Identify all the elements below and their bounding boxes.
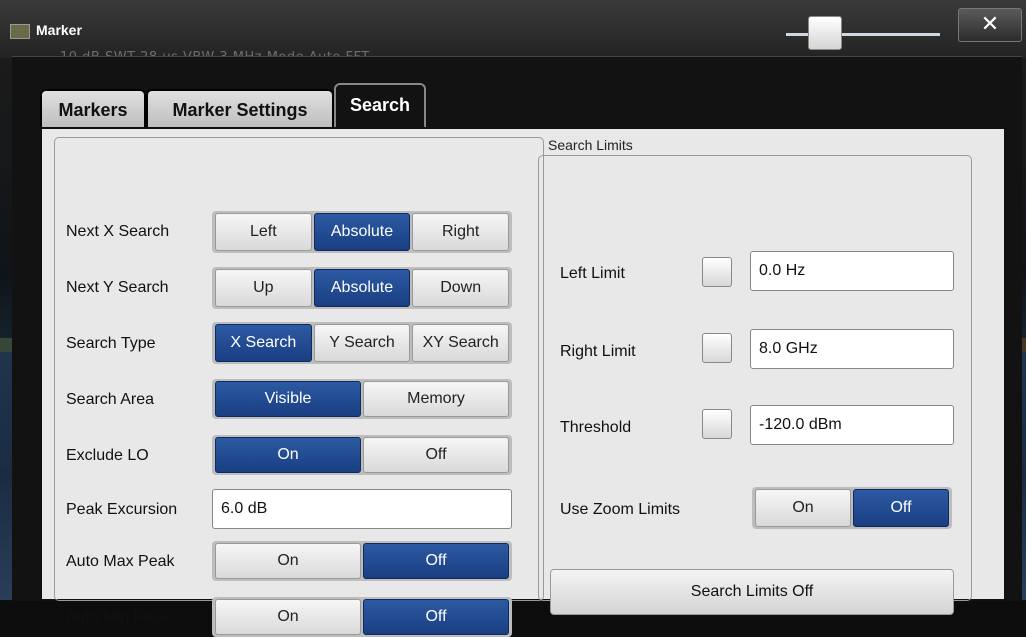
auto-min-peak-label: Auto Min Peak	[66, 609, 171, 626]
next-y-search-label: Next Y Search	[66, 279, 169, 296]
next-x-left-button[interactable]: Left	[215, 213, 312, 251]
app-icon	[10, 24, 30, 39]
threshold-checkbox[interactable]	[702, 409, 732, 439]
right-limit-label: Right Limit	[560, 343, 636, 360]
left-limit-field[interactable]: 0.0 Hz	[750, 251, 954, 291]
use-zoom-limits-on-button[interactable]: On	[755, 489, 851, 527]
search-limits-off-button[interactable]: Search Limits Off	[550, 569, 954, 615]
exclude-lo-label: Exclude LO	[66, 447, 149, 464]
search-type-xy-button[interactable]: XY Search	[412, 324, 510, 362]
search-type-y-button[interactable]: Y Search	[313, 324, 411, 362]
title-bar: Marker ✕	[0, 0, 1026, 50]
next-y-absolute-button[interactable]: Absolute	[313, 269, 411, 307]
close-button[interactable]: ✕	[958, 8, 1022, 42]
next-x-absolute-button[interactable]: Absolute	[313, 213, 411, 251]
search-area-memory-button[interactable]: Memory	[363, 381, 509, 417]
search-area-label: Search Area	[66, 391, 155, 408]
left-limit-label: Left Limit	[560, 265, 625, 282]
exclude-lo-selector: On Off	[212, 435, 512, 475]
next-y-search-selector: Up Absolute Down	[212, 267, 512, 309]
search-limits-legend: Search Limits	[544, 137, 637, 153]
window-title: Marker	[36, 22, 82, 38]
right-limit-field[interactable]: 8.0 GHz	[750, 329, 954, 369]
auto-min-peak-on-button[interactable]: On	[215, 599, 361, 635]
use-zoom-limits-selector: On Off	[752, 487, 952, 529]
exclude-lo-off-button[interactable]: Off	[363, 437, 509, 473]
left-limit-checkbox[interactable]	[702, 257, 732, 287]
next-x-search-label: Next X Search	[66, 223, 170, 240]
peak-excursion-field[interactable]: 6.0 dB	[212, 489, 512, 529]
search-area-visible-button[interactable]: Visible	[215, 381, 361, 417]
next-x-right-button[interactable]: Right	[412, 213, 510, 251]
search-type-x-button[interactable]: X Search	[215, 324, 312, 362]
right-limit-checkbox[interactable]	[702, 333, 732, 363]
next-y-down-button[interactable]: Down	[412, 269, 510, 307]
search-tab-content: Search Limits Next X Search Left Absolut…	[40, 127, 1006, 637]
exclude-lo-on-button[interactable]: On	[215, 437, 361, 473]
auto-min-peak-selector: On Off	[212, 597, 512, 637]
next-x-search-selector: Left Absolute Right	[212, 211, 512, 253]
tab-marker-settings[interactable]: Marker Settings	[146, 89, 334, 129]
use-zoom-limits-off-button[interactable]: Off	[853, 489, 949, 527]
auto-min-peak-off-button[interactable]: Off	[363, 599, 509, 635]
peak-excursion-label: Peak Excursion	[66, 501, 178, 518]
close-icon: ✕	[980, 11, 1000, 36]
next-y-up-button[interactable]: Up	[215, 269, 312, 307]
auto-max-peak-label: Auto Max Peak	[66, 553, 175, 570]
search-type-selector: X Search Y Search XY Search	[212, 322, 512, 364]
auto-max-peak-off-button[interactable]: Off	[363, 543, 509, 579]
threshold-label: Threshold	[560, 419, 632, 436]
marker-dialog: Markers Marker Settings Search Search Li…	[12, 56, 1022, 637]
transparency-slider-thumb[interactable]	[808, 16, 842, 50]
use-zoom-limits-label: Use Zoom Limits	[560, 501, 681, 518]
tab-markers[interactable]: Markers	[40, 89, 146, 129]
tab-search[interactable]: Search	[334, 83, 426, 129]
search-area-selector: Visible Memory	[212, 379, 512, 419]
threshold-field[interactable]: -120.0 dBm	[750, 405, 954, 445]
search-limits-group	[538, 155, 972, 601]
search-settings-group	[54, 137, 544, 601]
auto-max-peak-selector: On Off	[212, 541, 512, 581]
auto-max-peak-on-button[interactable]: On	[215, 543, 361, 579]
search-type-label: Search Type	[66, 335, 156, 352]
